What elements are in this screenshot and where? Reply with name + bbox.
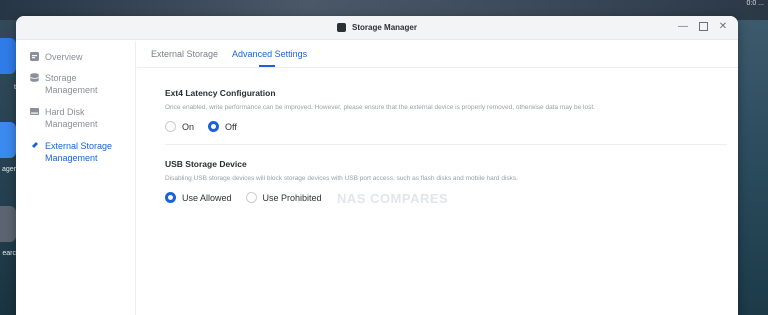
sidebar-item-external-storage-management[interactable]: External Storage Management (16, 140, 135, 164)
sidebar-item-label: Hard Disk Management (45, 107, 98, 129)
storage-manager-window: Storage Manager — ✕ Overview Storage Man… (16, 16, 738, 315)
sidebar-item-hard-disk-management[interactable]: Hard Disk Management (16, 106, 135, 130)
desktop-wallpaper-right (736, 20, 768, 315)
stack-icon (30, 73, 39, 82)
desktop-app-label-2: ager (1, 166, 16, 173)
window-title: Storage Manager (352, 23, 417, 32)
sidebar-item-label: Overview (45, 52, 83, 62)
usb-icon (31, 142, 38, 149)
desktop-app-label-3: earc (2, 250, 16, 257)
section-divider (165, 144, 727, 145)
desktop-app-icon-2[interactable] (0, 122, 16, 158)
window-titlebar[interactable]: Storage Manager — ✕ (16, 16, 738, 40)
overview-icon (30, 52, 39, 61)
storage-manager-app-icon (337, 23, 347, 32)
sidebar-item-label: Storage Management (45, 73, 98, 95)
watermark: NAS COMPARES (337, 191, 449, 206)
tab-divider (137, 67, 738, 68)
maximize-icon[interactable] (698, 22, 708, 32)
usb-radio-group: Use Allowed Use Prohibited (165, 192, 738, 203)
usb-use-allowed-radio[interactable]: Use Allowed (165, 192, 232, 203)
desktop-app-label-1: t (0, 84, 16, 91)
desktop-app-icon-1[interactable] (0, 38, 16, 74)
radio-unchecked-icon[interactable] (245, 192, 257, 203)
radio-checked-icon[interactable] (208, 121, 220, 132)
radio-label: Off (225, 121, 237, 132)
radio-label: Use Prohibited (262, 192, 322, 203)
sidebar: Overview Storage Management Hard Disk Ma… (16, 41, 136, 315)
radio-label: Use Allowed (182, 192, 232, 203)
ext4-section-title: Ext4 Latency Configuration (165, 88, 276, 98)
desktop-app-icon-3[interactable] (0, 206, 16, 242)
sidebar-item-overview[interactable]: Overview (16, 51, 135, 63)
ext4-latency-section: Ext4 Latency Configuration Once enabled,… (137, 88, 738, 132)
ext4-section-description: Once enabled, write performance can be i… (165, 104, 595, 111)
radio-unchecked-icon[interactable] (165, 121, 176, 132)
close-icon[interactable]: ✕ (718, 22, 728, 32)
harddisk-icon (30, 108, 39, 115)
ext4-off-radio[interactable]: Off (208, 121, 237, 132)
tab-external-storage[interactable]: External Storage (151, 41, 218, 67)
ext4-radio-group: On Off (165, 121, 738, 132)
window-controls: — ✕ (678, 22, 728, 32)
sidebar-item-storage-management[interactable]: Storage Management (16, 72, 135, 96)
usb-use-prohibited-radio[interactable]: Use Prohibited (245, 192, 322, 203)
main-content: External Storage Advanced Settings Ext4 … (137, 41, 738, 315)
tab-bar: External Storage Advanced Settings (137, 41, 738, 67)
system-tray: 0:0 ... (746, 0, 764, 7)
radio-label: On (182, 121, 195, 132)
usb-section-title: USB Storage Device (165, 159, 247, 169)
tab-advanced-settings[interactable]: Advanced Settings (232, 41, 307, 67)
sidebar-item-label: External Storage Management (45, 141, 113, 163)
radio-checked-icon[interactable] (165, 192, 176, 203)
usb-section-description: Disabling USB storage devices will block… (165, 175, 518, 182)
ext4-on-radio[interactable]: On (165, 121, 194, 132)
minimize-icon[interactable]: — (678, 22, 688, 32)
